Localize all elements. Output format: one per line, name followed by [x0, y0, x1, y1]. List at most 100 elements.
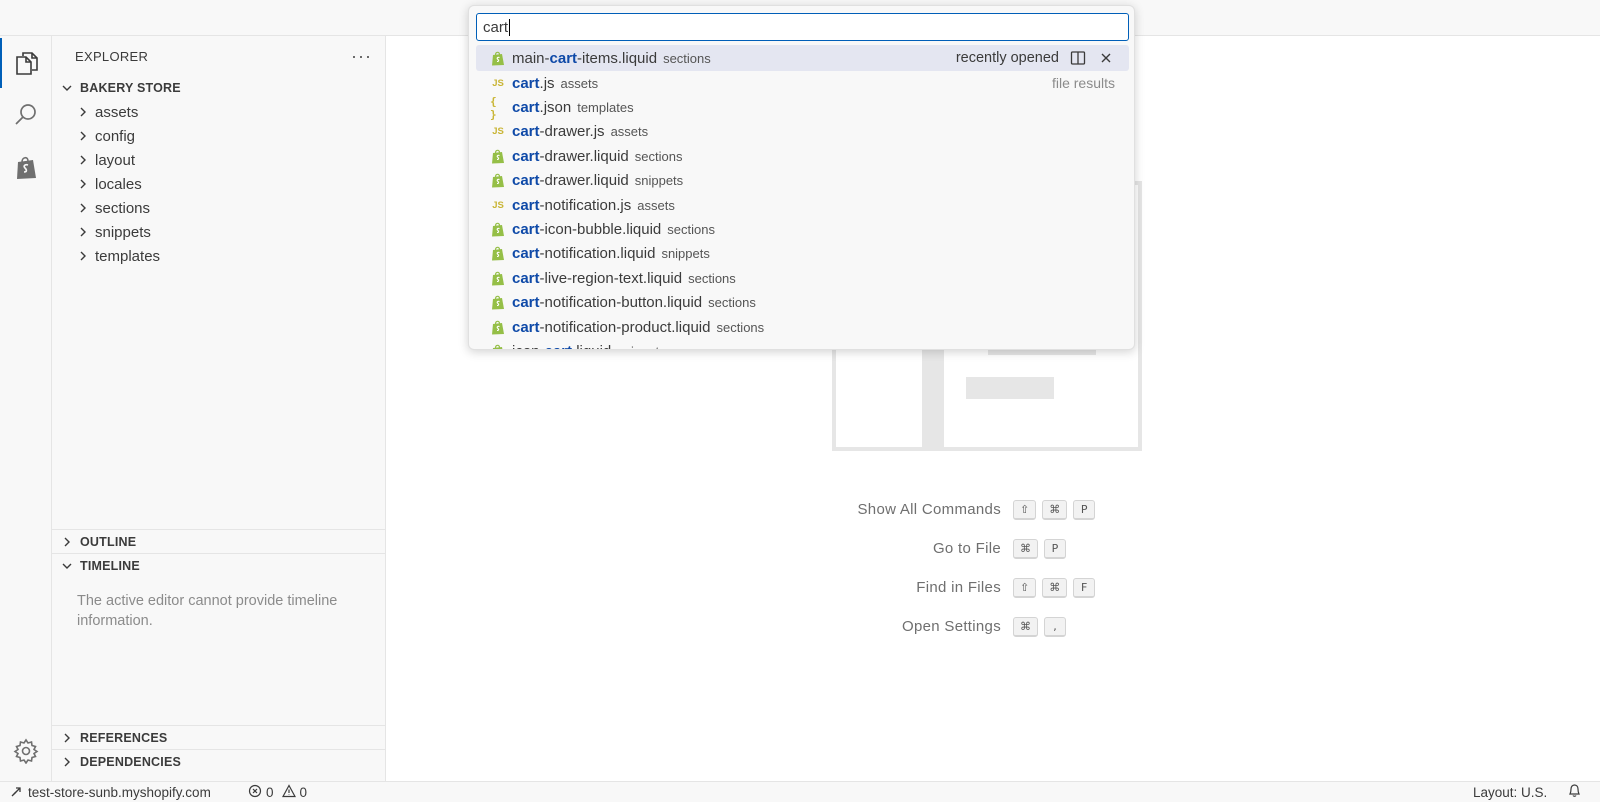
workspace-section-header[interactable]: BAKERY STORE [52, 76, 386, 100]
filename-suffix: -notification-product.liquid [539, 318, 711, 336]
result-filename: cart-drawer.liquid [512, 172, 629, 189]
quick-open-result[interactable]: icon-cart.liquid snippets [476, 339, 1129, 349]
filename-match: cart [512, 99, 540, 117]
result-folder: assets [560, 75, 599, 91]
quick-open-results: main-cart-items.liquid sections recently o… [476, 45, 1129, 349]
filename-suffix: -notification.liquid [539, 245, 656, 263]
filename-match: cart [549, 49, 578, 67]
remote-indicator[interactable]: test-store-sunb.myshopify.com [10, 782, 211, 802]
manage-activity-button[interactable] [0, 726, 52, 776]
quick-open-result[interactable]: cart-drawer.liquid snippets [476, 169, 1129, 193]
gear-icon [13, 738, 39, 764]
filename-suffix: -items.liquid [577, 49, 658, 67]
filename-suffix: -drawer.liquid [539, 147, 629, 165]
filename-match: cart [545, 343, 573, 349]
files-icon [15, 50, 39, 76]
quick-open-input[interactable]: cart [476, 13, 1129, 41]
keyboard-layout-indicator[interactable]: Layout: U.S. [1473, 782, 1547, 802]
more-actions-icon[interactable]: ··· [351, 47, 372, 65]
watermark-shortcuts: Show All Commands ⇧ ⌘ P Go to File ⌘ P F… [826, 490, 1186, 646]
quick-open-result[interactable]: cart-notification-product.liquid sections [476, 315, 1129, 339]
keycap: ⌘ [1042, 499, 1068, 520]
result-folder: templates [577, 100, 634, 116]
search-activity-button[interactable] [0, 90, 52, 140]
folder-label: locales [95, 175, 142, 193]
recently-opened-label: recently opened [955, 50, 1059, 66]
quick-open-result[interactable]: JS cart-drawer.js assets [476, 120, 1129, 144]
filename-prefix: main- [512, 49, 550, 67]
shopify-liquid-icon [490, 343, 506, 349]
quick-open-result[interactable]: cart-drawer.liquid sections [476, 144, 1129, 168]
quick-open-result[interactable]: main-cart-items.liquid sections recently o… [476, 45, 1129, 71]
status-bar: test-store-sunb.myshopify.com 0 0 Layout… [0, 781, 1600, 802]
folder-config[interactable]: config [52, 124, 386, 148]
quick-open-query: cart [483, 18, 509, 36]
open-to-side-icon[interactable] [1069, 49, 1087, 67]
folder-layout[interactable]: layout [52, 148, 386, 172]
shopify-liquid-icon [490, 173, 506, 189]
quick-open-result[interactable]: cart-live-region-text.liquid sections [476, 266, 1129, 290]
javascript-file-icon: JS [492, 126, 504, 138]
recent-group: recently opened [956, 49, 1115, 67]
folder-sections[interactable]: sections [52, 196, 386, 220]
shopify-liquid-icon [490, 148, 506, 164]
folder-label: layout [95, 151, 136, 169]
chevron-down-icon [60, 560, 74, 572]
result-filename: cart-notification-product.liquid [512, 319, 710, 336]
filename-suffix: -notification-button.liquid [539, 294, 703, 312]
chevron-right-icon [60, 756, 74, 768]
problems-indicator[interactable]: 0 0 [248, 782, 307, 802]
outline-section-header[interactable]: OUTLINE [52, 529, 386, 553]
references-section-header[interactable]: REFERENCES [52, 725, 386, 749]
result-filename: cart-icon-bubble.liquid [512, 221, 661, 238]
quick-open-result[interactable]: JS cart.js assets file results [476, 71, 1129, 95]
result-folder: snippets [634, 173, 684, 189]
result-folder: sections [688, 270, 736, 286]
quick-open-result[interactable]: cart-notification-button.liquid sections [476, 291, 1129, 315]
quick-open-result[interactable]: JS cart-notification.js assets [476, 193, 1129, 217]
result-filename: main-cart-items.liquid [512, 50, 657, 67]
chevron-right-icon [76, 226, 90, 238]
remote-icon [10, 784, 24, 801]
timeline-section-header[interactable]: TIMELINE [52, 553, 386, 577]
shopify-liquid-icon [490, 222, 506, 238]
folder-assets[interactable]: assets [52, 100, 386, 124]
shortcut-go-to-file: Go to File ⌘ P [826, 529, 1186, 568]
shopify-liquid-icon [490, 50, 506, 66]
quick-open-palette: cart main-cart-items.liquid sections recen… [468, 5, 1135, 350]
quick-open-result[interactable]: cart-icon-bubble.liquid sections [476, 217, 1129, 241]
filename-match: cart [512, 269, 540, 287]
filename-match: cart [512, 123, 540, 141]
result-filename: cart-drawer.js [512, 123, 605, 140]
shopify-activity-button[interactable] [0, 143, 52, 193]
explorer-header: EXPLORER ··· [52, 36, 386, 76]
keycap: ⌘ [1013, 616, 1038, 637]
quick-open-result[interactable]: cart-notification.liquid snippets [476, 242, 1129, 266]
explorer-sidebar: EXPLORER ··· BAKERY STORE assets config … [52, 36, 386, 781]
activity-bar [0, 36, 52, 781]
shortcut-label: Find in Files [916, 579, 1001, 596]
folder-templates[interactable]: templates [52, 244, 386, 268]
bell-icon [1567, 783, 1582, 801]
result-folder: snippets [661, 246, 710, 262]
shortcut-open-settings: Open Settings ⌘ , [826, 607, 1186, 646]
file-results-label: file results [1051, 75, 1115, 92]
result-folder: assets [637, 197, 675, 213]
error-icon [248, 784, 262, 801]
filename-match: cart [512, 196, 540, 214]
keycap: F [1073, 577, 1096, 598]
dependencies-section-header[interactable]: DEPENDENCIES [52, 749, 386, 773]
quick-open-result[interactable]: { } cart.json templates [476, 95, 1129, 121]
remote-store-name: test-store-sunb.myshopify.com [28, 784, 211, 800]
timeline-empty-message: The active editor cannot provide timelin… [77, 593, 338, 629]
filename-match: cart [512, 294, 540, 312]
warning-icon [281, 783, 296, 801]
shopify-liquid-icon [490, 319, 506, 335]
notifications-button[interactable] [1567, 782, 1582, 802]
folder-snippets[interactable]: snippets [52, 220, 386, 244]
result-folder: snippets [617, 344, 665, 349]
folder-locales[interactable]: locales [52, 172, 386, 196]
remove-from-recent-icon[interactable] [1097, 49, 1115, 67]
explorer-activity-button[interactable] [0, 38, 52, 88]
keycap: ⌘ [1013, 538, 1038, 559]
